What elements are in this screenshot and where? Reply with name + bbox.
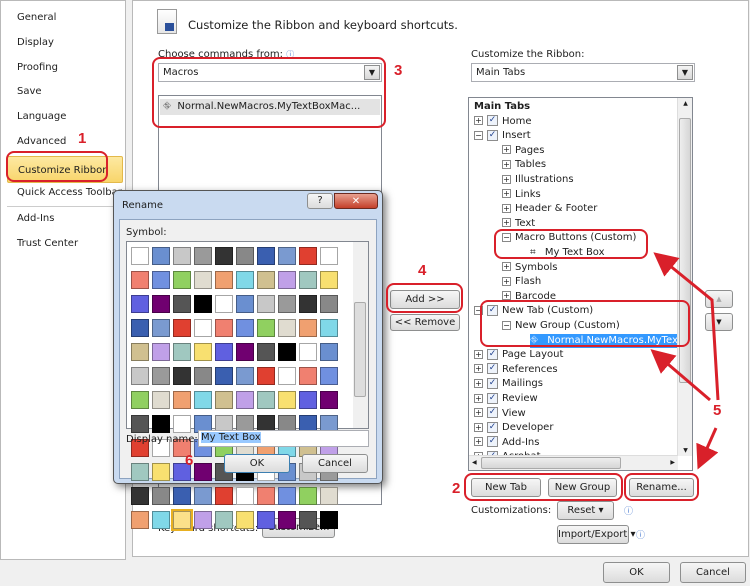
annotation-arrows: [650, 252, 720, 470]
